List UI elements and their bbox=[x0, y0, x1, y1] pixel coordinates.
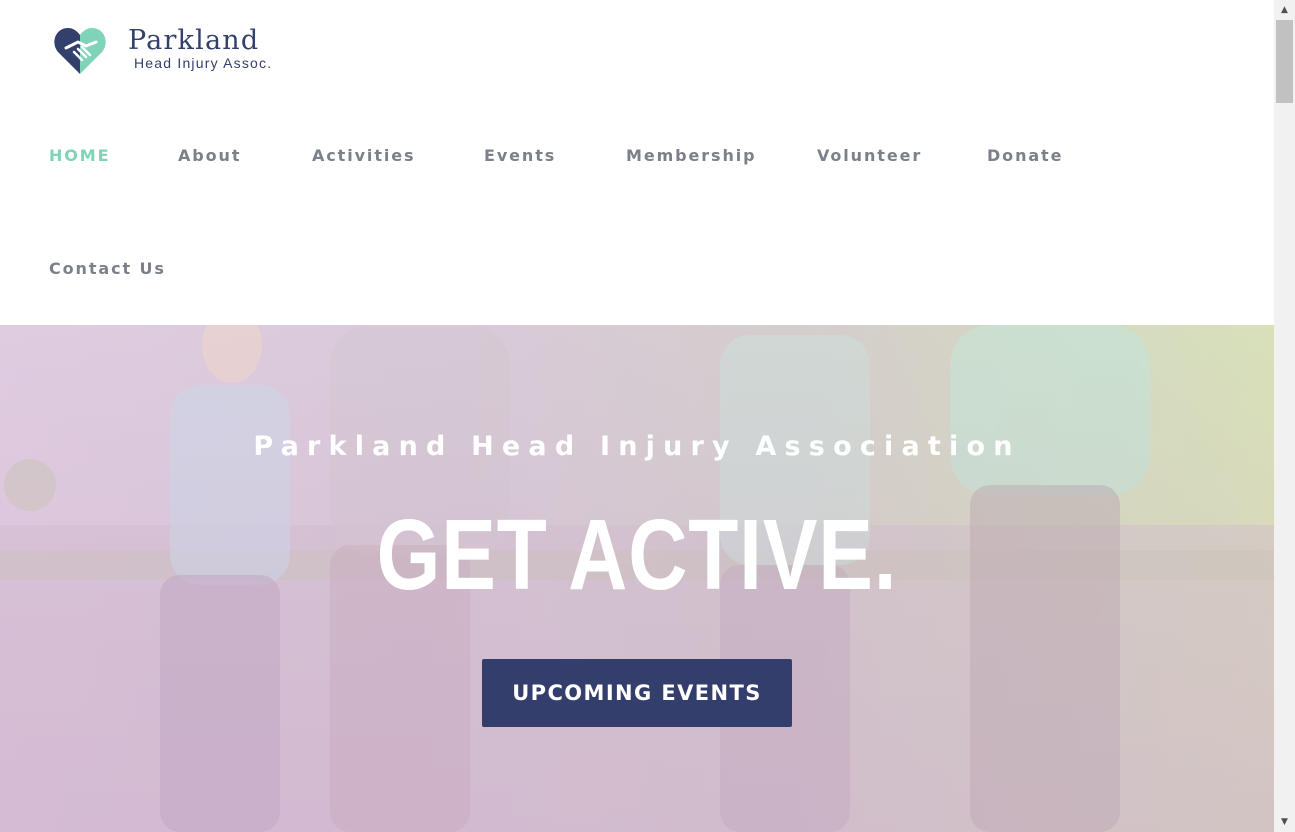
site-logo-link[interactable]: Parkland Head Injury Assoc. bbox=[52, 22, 272, 78]
nav-donate[interactable]: Donate bbox=[987, 146, 1063, 165]
page: Parkland Head Injury Assoc. HOME About A… bbox=[0, 0, 1274, 832]
hero-eyebrow: Parkland Head Injury Association bbox=[253, 431, 1021, 462]
nav-contact-us[interactable]: Contact Us bbox=[49, 259, 166, 278]
nav-events[interactable]: Events bbox=[484, 146, 556, 165]
triangle-up-icon[interactable]: ▲ bbox=[1274, 0, 1295, 20]
nav-about[interactable]: About bbox=[178, 146, 241, 165]
site-header: Parkland Head Injury Assoc. HOME About A… bbox=[0, 0, 1274, 325]
brand-subtitle: Head Injury Assoc. bbox=[134, 55, 273, 71]
nav-activities[interactable]: Activities bbox=[312, 146, 415, 165]
vertical-scrollbar[interactable]: ▲ ▼ bbox=[1274, 0, 1295, 832]
scrollbar-thumb[interactable] bbox=[1276, 20, 1293, 103]
nav-home[interactable]: HOME bbox=[49, 146, 110, 165]
brand-name: Parkland bbox=[128, 25, 260, 56]
nav-volunteer[interactable]: Volunteer bbox=[817, 146, 922, 165]
nav-membership[interactable]: Membership bbox=[626, 146, 757, 165]
triangle-down-icon[interactable]: ▼ bbox=[1274, 812, 1295, 832]
upcoming-events-button[interactable]: UPCOMING EVENTS bbox=[482, 659, 792, 727]
hero-section: Parkland Head Injury Association GET ACT… bbox=[0, 325, 1274, 832]
hero-title: GET ACTIVE. bbox=[376, 499, 898, 611]
heart-handshake-icon bbox=[54, 28, 106, 74]
